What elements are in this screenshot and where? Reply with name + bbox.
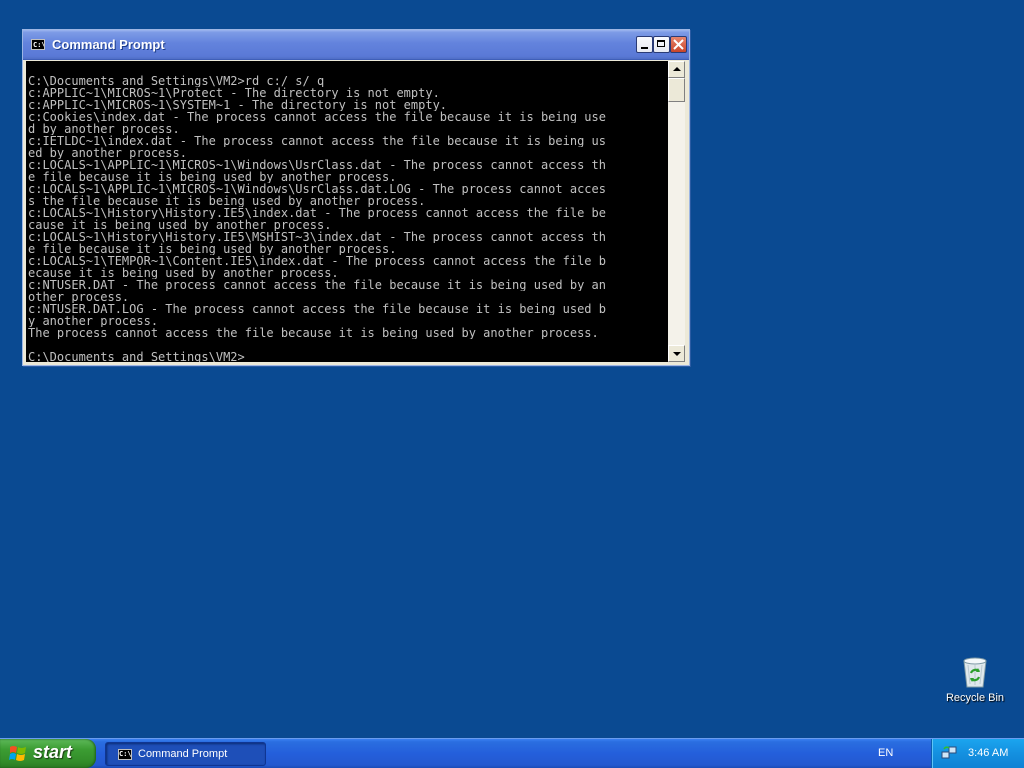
console-icon: C:\: [118, 749, 132, 760]
language-indicator[interactable]: EN: [878, 747, 893, 759]
maximize-button[interactable]: [653, 36, 670, 53]
console-line: c:NTUSER.DAT.LOG - The process cannot ac…: [28, 303, 606, 315]
console-line: c:LOCALS~1\APPLIC~1\MICROS~1\Windows\Usr…: [28, 159, 606, 171]
system-tray: 3:46 AM: [931, 739, 1024, 768]
scroll-down-button[interactable]: [668, 345, 685, 362]
console-line: cause it is being used by another proces…: [28, 219, 332, 231]
console-line: e file because it is being used by anoth…: [28, 243, 397, 255]
console-line: ecause it is being used by another proce…: [28, 267, 339, 279]
console-text-area: C:\Documents and Settings\VM2>rd c:/ s/ …: [26, 61, 668, 362]
console-line: y another process.: [28, 315, 159, 327]
console-line: c:IETLDC~1\index.dat - The process canno…: [28, 135, 606, 147]
windows-logo-icon: [9, 746, 26, 761]
scroll-up-button[interactable]: [668, 61, 685, 78]
console-line: c:LOCALS~1\TEMPOR~1\Content.IE5\index.da…: [28, 255, 606, 267]
console-line: e file because it is being used by anoth…: [28, 171, 397, 183]
recycle-bin-label: Recycle Bin: [945, 692, 1005, 704]
vertical-scrollbar[interactable]: [668, 61, 685, 362]
command-prompt-window[interactable]: C:\ Command Prompt C:\Documents and Sett…: [22, 29, 690, 366]
recycle-bin-icon: [963, 657, 987, 688]
start-label: start: [33, 742, 73, 762]
console-line: ed by another process.: [28, 147, 187, 159]
taskbar: start C:\ Command Prompt EN 3:46 AM: [0, 738, 1024, 768]
console-line: c:APPLIC~1\MICROS~1\Protect - The direct…: [28, 87, 440, 99]
console-line: c:Cookies\index.dat - The process cannot…: [28, 111, 606, 123]
network-icon[interactable]: [941, 745, 957, 761]
taskbar-item-label: Command Prompt: [138, 748, 228, 760]
close-icon: [673, 39, 684, 50]
console-line: s the file because it is being used by a…: [28, 195, 426, 207]
console-line: d by another process.: [28, 123, 180, 135]
console-line: c:NTUSER.DAT - The process cannot access…: [28, 279, 606, 291]
console-line: c:LOCALS~1\History\History.IE5\MSHIST~3\…: [28, 231, 606, 243]
start-button[interactable]: start: [0, 739, 96, 768]
console-line: The process cannot access the file becau…: [28, 327, 599, 339]
window-title: Command Prompt: [52, 37, 165, 52]
console-line: c:LOCALS~1\History\History.IE5\index.dat…: [28, 207, 606, 219]
minimize-button[interactable]: [636, 36, 653, 53]
taskbar-item-command-prompt[interactable]: C:\ Command Prompt: [105, 742, 266, 766]
console-line: c:LOCALS~1\APPLIC~1\MICROS~1\Windows\Usr…: [28, 183, 606, 195]
console-line: C:\Documents and Settings\VM2>: [28, 351, 245, 362]
console-line: C:\Documents and Settings\VM2>rd c:/ s/ …: [28, 75, 325, 87]
console-line: c:APPLIC~1\MICROS~1\SYSTEM~1 - The direc…: [28, 99, 448, 111]
console-output[interactable]: C:\Documents and Settings\VM2>rd c:/ s/ …: [26, 61, 668, 362]
close-button[interactable]: [670, 36, 687, 53]
console-icon[interactable]: C:\: [31, 39, 45, 50]
recycle-bin[interactable]: Recycle Bin: [940, 655, 1010, 704]
scroll-thumb[interactable]: [668, 78, 685, 102]
title-bar[interactable]: C:\ Command Prompt: [23, 30, 689, 60]
clock[interactable]: 3:46 AM: [968, 747, 1008, 759]
console-line: other process.: [28, 291, 130, 303]
